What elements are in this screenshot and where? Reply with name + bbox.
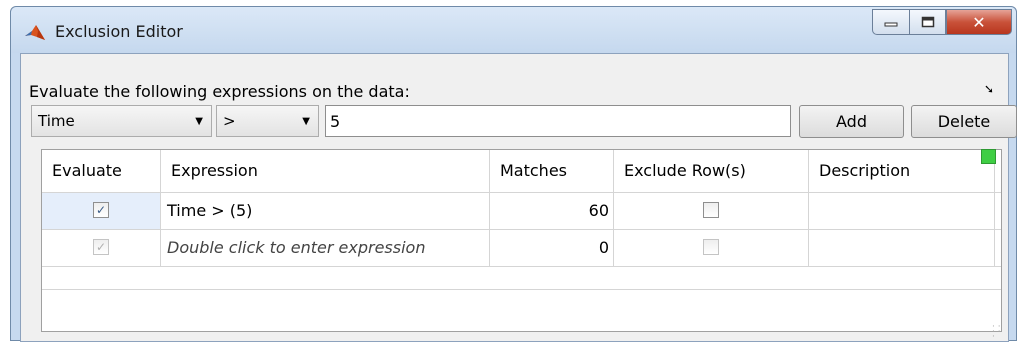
editor-panel: Evaluate the following expressions on th… [20,53,1017,342]
resize-grip-icon[interactable]: · · · · · [992,323,1004,342]
operator-value: > [223,112,236,130]
header-expression[interactable]: Expression [161,150,490,192]
matches-cell: 60 [490,193,614,229]
chevron-down-icon: ▼ [302,116,310,127]
instruction-label: Evaluate the following expressions on th… [29,82,410,101]
maximize-button[interactable] [909,9,946,35]
header-evaluate[interactable]: Evaluate [42,150,161,192]
variable-dropdown[interactable]: Time ▼ [31,105,212,137]
matlab-logo-icon [25,25,45,40]
maximize-icon [921,16,934,28]
evaluate-checkbox[interactable]: ✓ [93,202,109,218]
window-controls: ✕ [872,9,1012,37]
description-cell[interactable] [809,230,995,266]
evaluate-cell: ✓ [42,230,161,266]
table-row[interactable]: ✓ Time > (5) 60 [42,193,1001,230]
value-input[interactable]: 5 [325,105,791,137]
variable-value: Time [38,112,75,130]
header-matches[interactable]: Matches [490,150,614,192]
exclude-cell [614,230,809,266]
table-row[interactable]: ✓ Double click to enter expression 0 [42,230,1001,267]
minimize-icon [884,22,898,27]
header-description[interactable]: Description [809,150,995,192]
minimize-button[interactable] [872,9,909,35]
delete-button[interactable]: Delete [911,105,1017,138]
header-exclude-rows[interactable]: Exclude Row(s) [614,150,809,192]
window-title: Exclusion Editor [55,22,183,41]
title-bar[interactable]: Exclusion Editor ✕ [11,7,1016,53]
matches-cell: 0 [490,230,614,266]
exclude-checkbox[interactable] [703,202,719,218]
exclude-cell [614,193,809,229]
table-header: Evaluate Expression Matches Exclude Row(… [42,150,1001,193]
expression-placeholder-cell[interactable]: Double click to enter expression [161,230,490,266]
description-cell[interactable] [809,193,995,229]
expressions-table: Evaluate Expression Matches Exclude Row(… [41,149,1002,332]
close-button[interactable]: ✕ [946,9,1012,35]
exclude-checkbox[interactable] [703,239,719,255]
operator-dropdown[interactable]: > ▼ [216,105,319,137]
status-indicator [981,149,996,164]
empty-row [42,267,1001,290]
add-button[interactable]: Add [799,105,904,138]
exclusion-editor-window: Exclusion Editor ✕ Evaluate the followin… [10,6,1017,342]
chevron-down-icon: ▼ [195,116,203,127]
close-icon: ✕ [972,12,986,32]
expression-cell[interactable]: Time > (5) [161,193,490,229]
dock-arrow-icon[interactable]: ➘ [984,82,994,96]
evaluate-checkbox[interactable]: ✓ [93,239,109,255]
evaluate-cell: ✓ [42,193,161,229]
